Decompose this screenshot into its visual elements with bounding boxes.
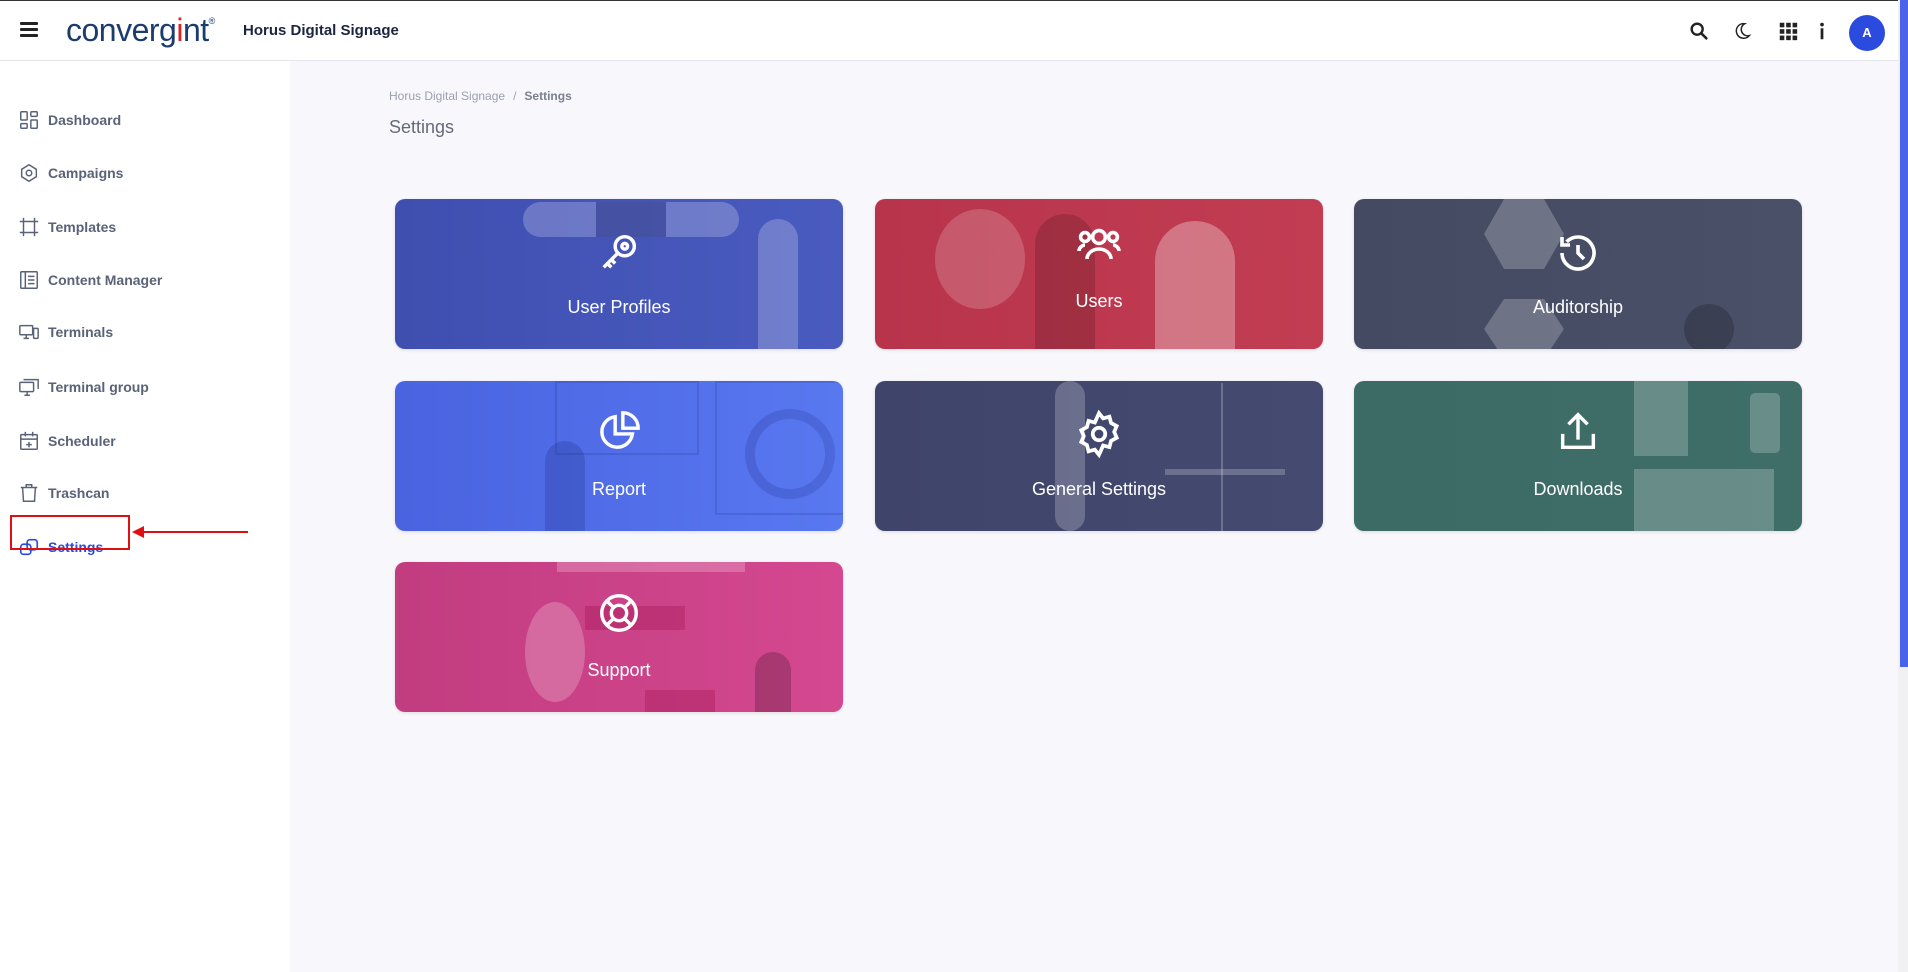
card-downloads[interactable]: Downloads — [1354, 381, 1802, 531]
card-user-profiles[interactable]: User Profiles — [395, 199, 843, 349]
brand-logo[interactable]: convergint® — [66, 12, 215, 49]
card-label: User Profiles — [567, 297, 671, 317]
card-label: Support — [587, 660, 651, 680]
card-label: Auditorship — [1532, 297, 1624, 317]
users-icon — [1077, 228, 1121, 260]
upload-icon — [1560, 412, 1596, 450]
moon-icon[interactable] — [1731, 20, 1753, 42]
sidebar-item-terminals[interactable]: Terminals — [18, 316, 113, 348]
card-report[interactable]: Report — [395, 381, 843, 531]
sidebar-item-label: Trashcan — [48, 485, 110, 501]
terminal-group-icon — [19, 378, 39, 396]
card-label: General Settings — [1031, 479, 1167, 499]
content-manager-icon — [20, 271, 38, 289]
app-title: Horus Digital Signage — [243, 22, 399, 39]
pie-chart-icon — [600, 411, 640, 449]
history-icon — [1560, 235, 1596, 271]
scrollbar[interactable] — [1898, 0, 1908, 972]
menu-icon[interactable] — [20, 19, 38, 39]
annotation-highlight-box — [10, 515, 130, 550]
search-icon[interactable] — [1688, 20, 1710, 42]
sidebar-item-scheduler[interactable]: Scheduler — [18, 425, 116, 457]
card-general-settings[interactable]: General Settings — [875, 381, 1323, 531]
sidebar-item-campaigns[interactable]: Campaigns — [18, 157, 123, 189]
sidebar-item-content-manager[interactable]: Content Manager — [18, 264, 162, 296]
card-label: Users — [1075, 291, 1123, 311]
top-bar: convergint® Horus Digital Signage A — [0, 0, 1898, 61]
page-title: Settings — [389, 117, 455, 137]
sidebar-item-terminal-group[interactable]: Terminal group — [18, 371, 149, 403]
breadcrumb: Horus Digital Signage / Settings — [389, 89, 572, 103]
sidebar-item-label: Campaigns — [48, 165, 124, 181]
annotation-arrow — [138, 531, 248, 533]
info-icon[interactable] — [1811, 20, 1833, 42]
sidebar-item-templates[interactable]: Templates — [18, 211, 116, 243]
annotation-arrow-head — [132, 526, 144, 538]
card-label: Report — [591, 479, 647, 499]
breadcrumb-root[interactable]: Horus Digital Signage — [389, 89, 505, 103]
sidebar-item-label: Templates — [48, 219, 117, 235]
dashboard-icon — [20, 111, 38, 129]
card-label: Downloads — [1533, 479, 1623, 499]
key-icon — [602, 234, 637, 269]
breadcrumb-current: Settings — [524, 89, 572, 103]
lifebuoy-icon — [600, 594, 638, 632]
campaigns-icon — [20, 163, 38, 183]
scheduler-icon — [20, 431, 38, 450]
sidebar-item-label: Terminal group — [48, 379, 149, 395]
card-support[interactable]: Support — [395, 562, 843, 712]
sidebar-item-dashboard[interactable]: Dashboard — [18, 104, 121, 136]
sidebar-item-label: Scheduler — [48, 433, 116, 449]
sidebar-item-label: Content Manager — [48, 272, 163, 288]
apps-grid-icon[interactable] — [1777, 20, 1799, 42]
card-auditorship[interactable]: Auditorship — [1354, 199, 1802, 349]
templates-icon — [19, 217, 39, 237]
card-users[interactable]: Users — [875, 199, 1323, 349]
trashcan-icon — [20, 484, 38, 502]
breadcrumb-separator: / — [513, 89, 517, 103]
avatar[interactable]: A — [1849, 15, 1885, 51]
sidebar-item-label: Terminals — [48, 324, 114, 340]
sidebar-item-label: Dashboard — [48, 112, 122, 128]
scrollbar-thumb[interactable] — [1900, 0, 1908, 667]
terminals-icon — [19, 324, 39, 340]
sidebar-item-trashcan[interactable]: Trashcan — [18, 477, 109, 509]
gear-icon — [1078, 409, 1120, 459]
